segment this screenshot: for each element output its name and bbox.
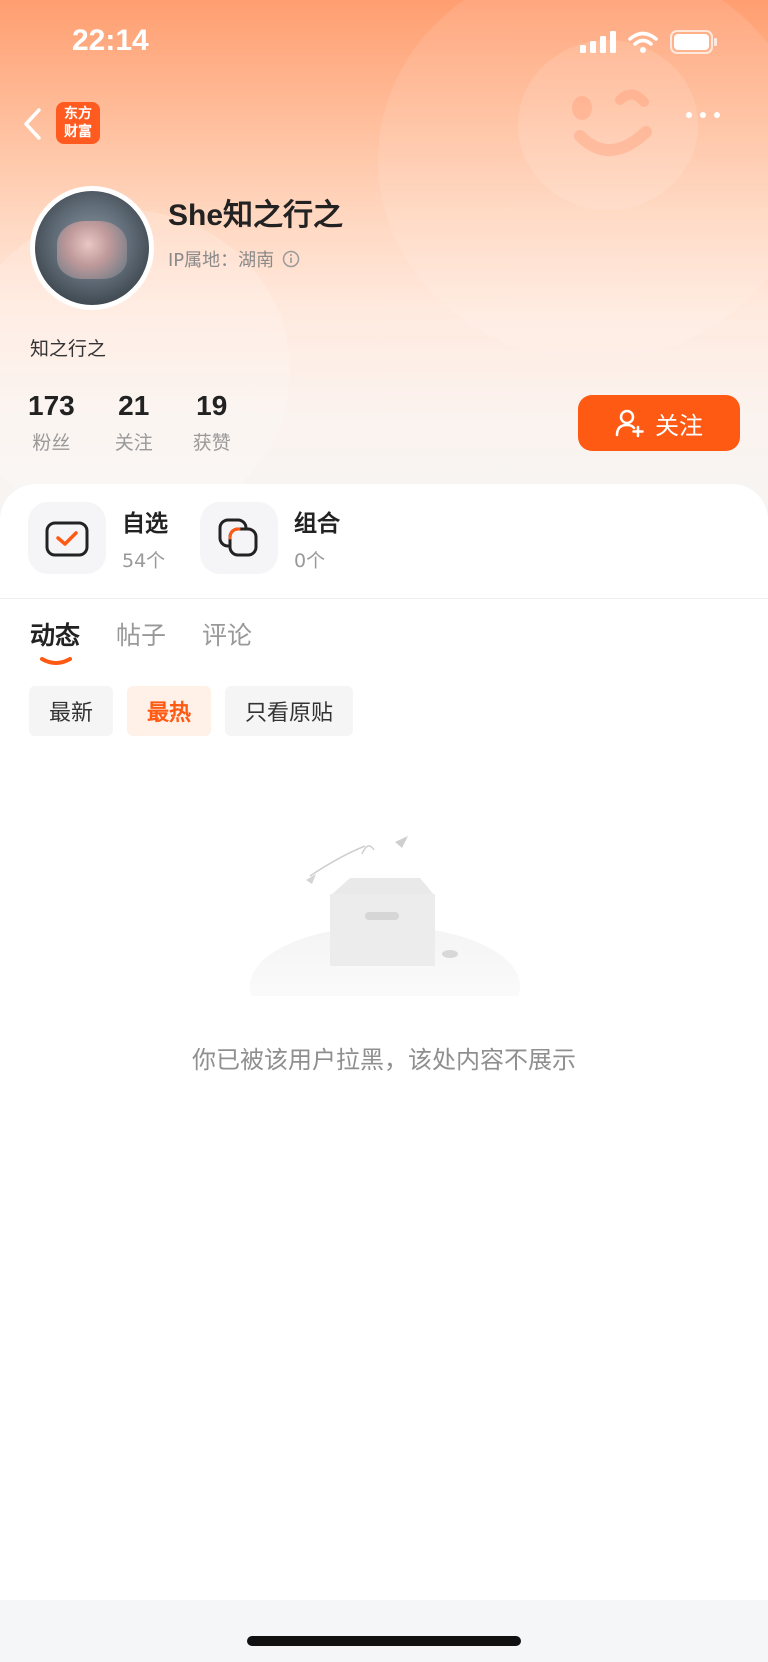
stat-label: 获赞 [192,432,231,454]
tab-label: 帖子 [116,621,167,650]
signal-icon [580,31,616,53]
stat-following[interactable]: 21 关注 [115,390,153,455]
info-icon[interactable] [282,250,300,268]
logo-line-1: 东方 [64,106,92,122]
ip-location: IP属地：湖南 [168,246,300,272]
username: She知之行之 [168,199,344,232]
add-user-icon [615,409,644,438]
home-indicator [247,1636,521,1646]
status-time: 22:14 [72,24,149,57]
avatar[interactable] [30,186,154,310]
portfolio-icon-box [200,502,278,574]
stat-value: 21 [118,390,150,421]
portfolio-icon [218,518,258,557]
tab-posts[interactable]: 帖子 [116,616,166,652]
status-icons [580,30,718,54]
active-tab-indicator [40,657,72,665]
back-button[interactable] [22,104,52,144]
profile-stats: 173 粉丝 21 关注 19 获赞 [28,390,271,455]
stat-fans[interactable]: 173 粉丝 [28,390,75,455]
divider [0,598,768,599]
tab-label: 评论 [202,621,253,650]
bottom-safe-area [0,1600,768,1662]
app-logo[interactable]: 东方 财富 [56,102,100,144]
chevron-left-icon [24,108,41,140]
logo-line-2: 财富 [64,124,92,140]
filter-original-only[interactable]: 只看原贴 [225,686,354,736]
content-tabs: 动态 帖子 评论 [30,616,252,665]
quick-link-title: 自选 [122,510,168,537]
battery-icon [670,30,717,54]
empty-box-illustration [250,836,520,996]
more-options-button[interactable] [686,112,720,118]
follow-button-label: 关注 [655,411,703,440]
stat-value: 173 [28,390,75,421]
bio: 知之行之 [30,338,107,360]
wifi-icon [628,31,658,53]
ip-location-label: IP属地：湖南 [168,250,275,271]
stat-likes[interactable]: 19 获赞 [193,390,231,455]
quick-link-count: 0个 [294,549,326,572]
stat-value: 19 [196,390,228,421]
stat-label: 粉丝 [32,432,71,454]
watchlist-check-icon [45,521,89,557]
follow-button[interactable]: 关注 [578,395,740,451]
portfolio-link[interactable]: 组合 0个 [200,502,340,574]
stat-label: 关注 [114,432,153,454]
avatar-photo [57,221,127,279]
tab-comments[interactable]: 评论 [202,616,252,652]
tab-dynamics[interactable]: 动态 [30,616,81,665]
watchlist-icon-box [28,502,106,574]
more-dot-icon [686,112,692,118]
tab-label: 动态 [30,621,81,650]
more-dot-icon [700,112,706,118]
filter-chips: 最新 最热 只看原贴 [29,686,354,736]
more-dot-icon [714,112,720,118]
smiley-face-icon [572,89,652,156]
filter-hottest[interactable]: 最热 [127,686,212,736]
empty-state-message: 你已被该用户拉黑，该处内容不展示 [192,1046,576,1074]
filter-latest[interactable]: 最新 [29,686,114,736]
watchlist-link[interactable]: 自选 54个 [28,502,168,574]
quick-link-count: 54个 [122,549,166,572]
quick-link-title: 组合 [294,510,340,537]
